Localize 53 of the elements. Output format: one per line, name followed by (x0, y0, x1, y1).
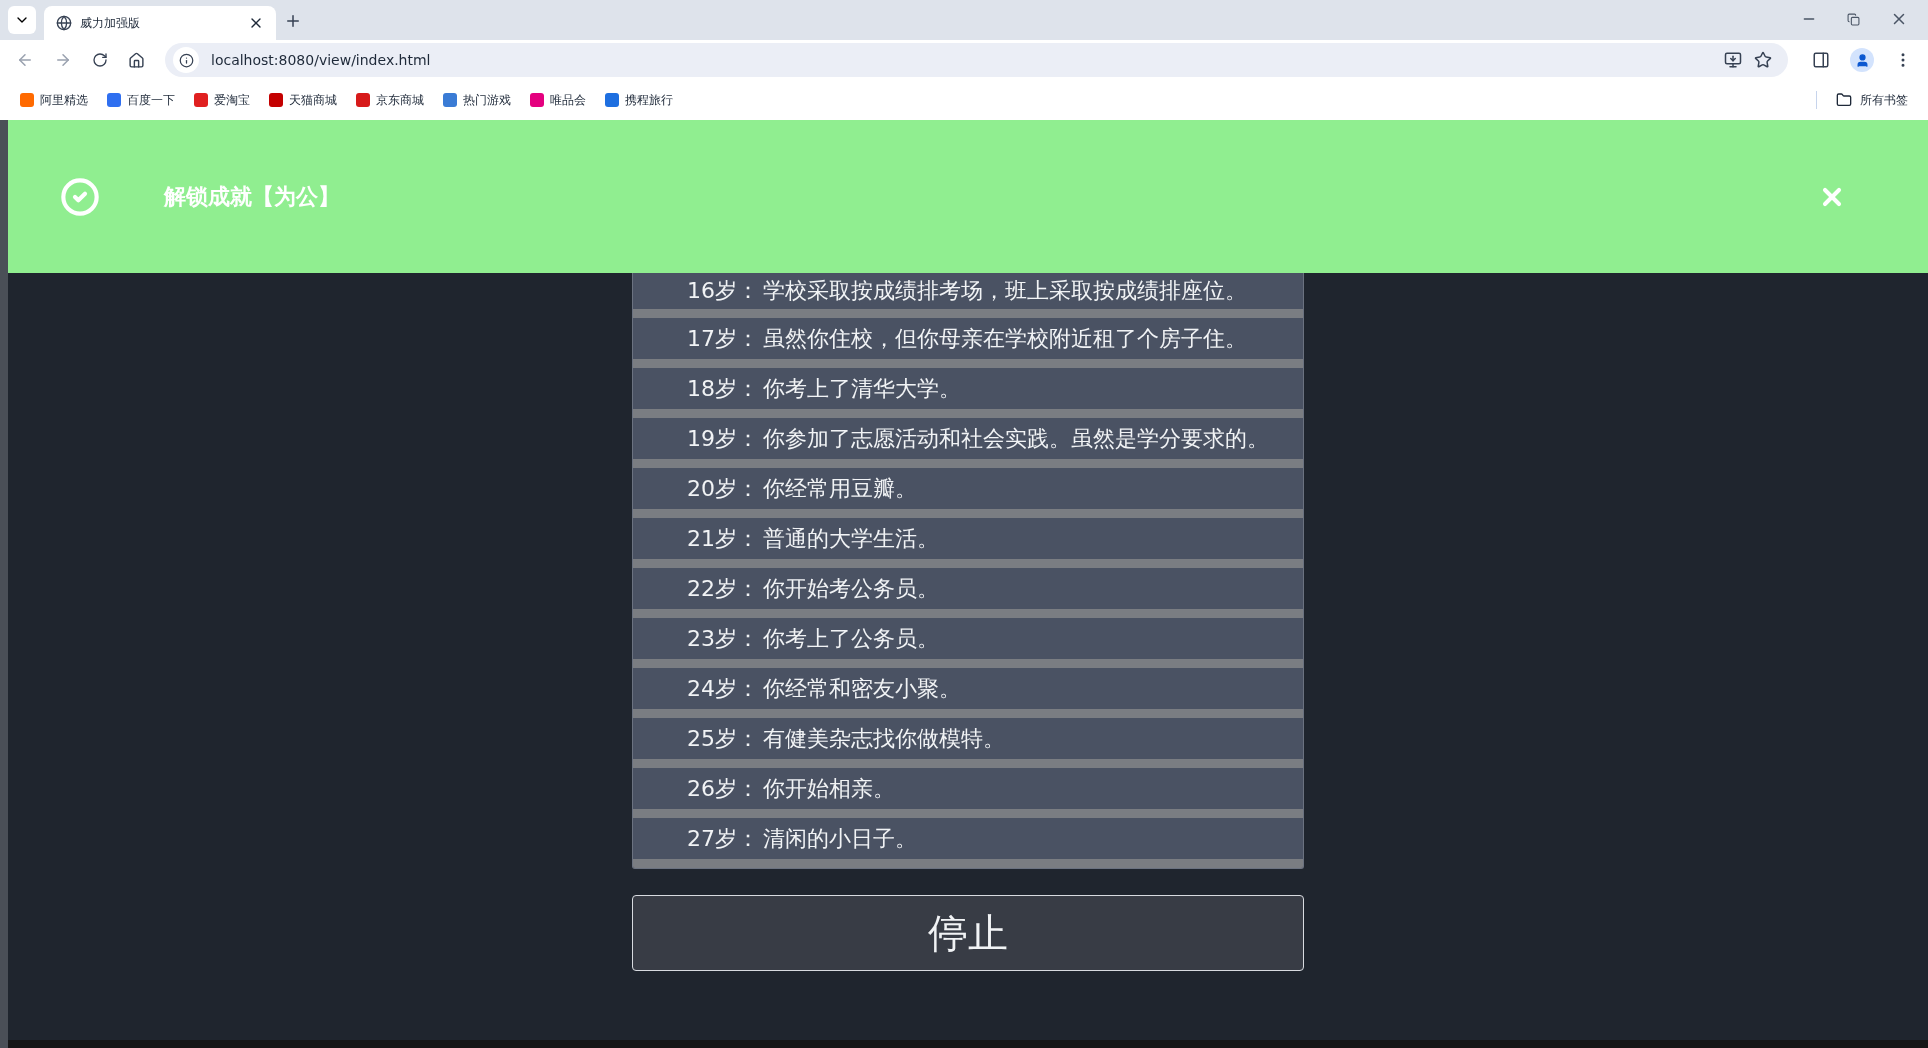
event-text: 你参加了志愿活动和社会实践。虽然是学分要求的。 (763, 425, 1270, 453)
bookmark-item[interactable]: 热门游戏 (443, 91, 511, 109)
event-text: 有健美杂志找你做模特。 (763, 725, 1006, 753)
event-text: 虽然你住校，但你母亲在学校附近租了个房子住。 (763, 325, 1248, 353)
event-age: 16岁： (687, 277, 760, 305)
bookmark-star-icon[interactable] (1754, 51, 1772, 69)
event-text: 清闲的小日子。 (763, 825, 918, 853)
install-icon[interactable] (1724, 51, 1742, 69)
event-age: 26岁： (687, 775, 760, 803)
bookmark-item[interactable]: 天猫商城 (269, 91, 337, 109)
folder-icon (1836, 92, 1852, 108)
profile-avatar[interactable] (1850, 48, 1874, 72)
home-icon[interactable] (128, 51, 145, 69)
event-age: 19岁： (687, 425, 760, 453)
event-age: 18岁： (687, 375, 760, 403)
event-age: 25岁： (687, 725, 760, 753)
event-text: 你经常和密友小聚。 (763, 675, 962, 703)
event-text: 你考上了公务员。 (763, 625, 940, 653)
event-text: 你经常用豆瓣。 (763, 475, 918, 503)
event-age: 23岁： (687, 625, 760, 653)
bookmark-item[interactable]: 携程旅行 (605, 91, 673, 109)
event-age: 21岁： (687, 525, 760, 553)
browser-tab[interactable]: 威力加强版 (44, 6, 276, 40)
all-bookmarks-button[interactable]: 所有书签 (1836, 91, 1908, 109)
bookmark-item[interactable]: 唯品会 (530, 91, 586, 109)
reload-icon[interactable] (92, 52, 108, 68)
banner-message: 解锁成就【为公】 (164, 183, 340, 211)
event-text: 你开始相亲。 (763, 775, 896, 803)
event-age: 17岁： (687, 325, 760, 353)
bookmark-item[interactable]: 京东商城 (356, 91, 424, 109)
bookmark-item[interactable]: 阿里精选 (20, 91, 88, 109)
event-age: 24岁： (687, 675, 760, 703)
event-age: 27岁： (687, 825, 760, 853)
stop-button[interactable]: 停止 (632, 895, 1304, 971)
bookmark-item[interactable]: 百度一下 (107, 91, 175, 109)
bookmark-item[interactable]: 爱淘宝 (194, 91, 250, 109)
event-text: 普通的大学生活。 (763, 525, 940, 553)
restore-icon[interactable] (1847, 12, 1860, 26)
check-circle-icon (60, 176, 100, 217)
address-bar[interactable]: localhost:8080/view/index.html (165, 43, 1788, 77)
event-text: 学校采取按成绩排考场，班上采取按成绩排座位。 (763, 277, 1248, 305)
tab-search-button[interactable] (8, 6, 36, 34)
side-panel-icon[interactable] (1812, 51, 1830, 69)
new-tab-icon[interactable] (284, 12, 302, 30)
event-age: 20岁： (687, 475, 760, 503)
info-icon[interactable] (178, 52, 194, 68)
event-age: 22岁： (687, 575, 760, 603)
tab-title: 威力加强版 (80, 15, 141, 32)
event-text: 你开始考公务员。 (763, 575, 940, 603)
globe-icon (56, 15, 72, 31)
event-text: 你考上了清华大学。 (763, 375, 962, 403)
url-text: localhost:8080/view/index.html (211, 50, 432, 70)
forward-icon[interactable] (54, 51, 72, 69)
